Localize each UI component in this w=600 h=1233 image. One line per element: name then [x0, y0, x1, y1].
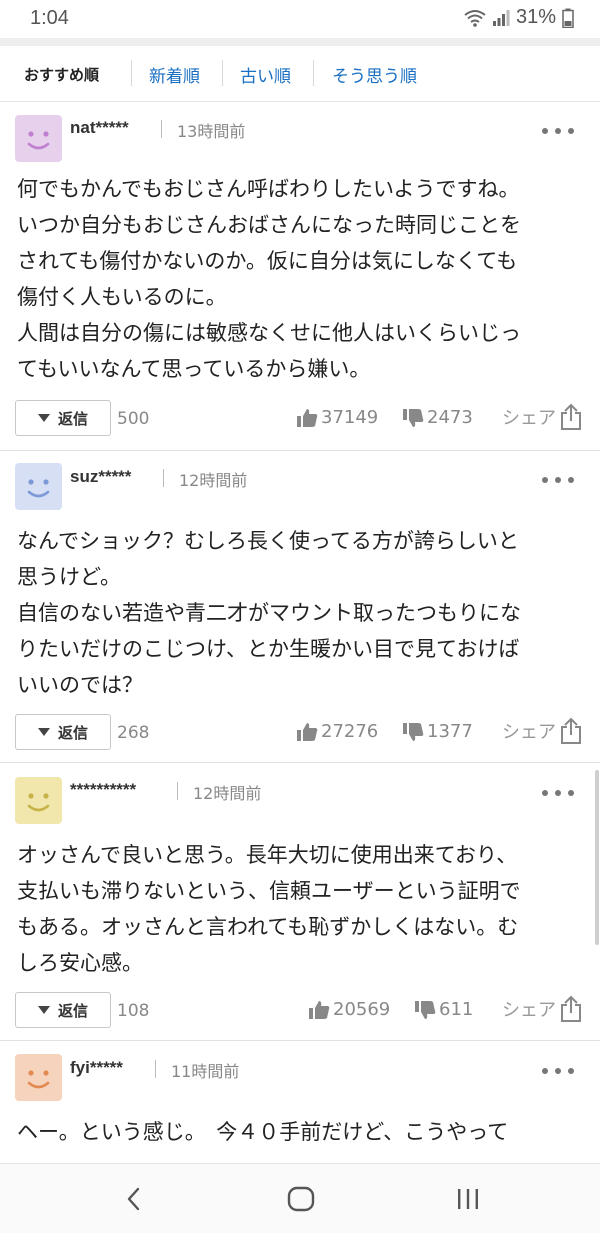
comment-item: nat***** 13時間前 何でもかんでもおじさん呼ばわりしたいようですね。 … [0, 103, 600, 450]
like-button[interactable]: 27276 [296, 721, 378, 742]
status-indicators: 31% [464, 6, 574, 29]
avatar [15, 777, 62, 824]
signal-icon [492, 9, 510, 26]
caret-down-icon [37, 1006, 50, 1014]
tab-recommended[interactable]: おすすめ順 [24, 64, 99, 85]
reply-button[interactable]: 返信 [15, 400, 111, 436]
like-count: 37149 [321, 407, 379, 428]
divider-band [0, 38, 600, 46]
tab-separator [222, 60, 223, 86]
meta-separator [163, 469, 164, 487]
caret-down-icon [37, 414, 50, 422]
share-icon [561, 717, 581, 744]
username[interactable]: ********** [70, 780, 136, 800]
tab-newest[interactable]: 新着順 [149, 62, 200, 87]
reply-count: 268 [117, 723, 150, 743]
tab-oldest[interactable]: 古い順 [240, 62, 291, 87]
share-label: シェア [502, 1000, 556, 1021]
share-button[interactable]: シェア [502, 717, 582, 745]
username[interactable]: fyi***** [70, 1058, 123, 1078]
like-button[interactable]: 20569 [308, 999, 390, 1020]
tab-separator [131, 60, 132, 86]
dislike-button[interactable]: 2473 [402, 407, 473, 428]
chevron-left-icon [127, 1187, 140, 1211]
smiley-face-icon [27, 1070, 50, 1089]
share-button[interactable]: シェア [502, 403, 582, 431]
scrollbar[interactable] [595, 770, 599, 945]
reply-label: 返信 [57, 1001, 88, 1020]
share-icon [561, 995, 581, 1022]
system-nav-bar [0, 1163, 600, 1233]
like-button[interactable]: 37149 [296, 407, 378, 428]
sort-tabs: おすすめ順 新着順 古い順 そう思う順 [0, 46, 600, 102]
comment-body: オッさんで良いと思う。長年大切に使用出来ており、 支払いも滞りないという、信頼ユ… [17, 843, 521, 975]
battery-percent: 31% [515, 6, 556, 28]
avatar [15, 1054, 62, 1101]
timestamp: 13時間前 [177, 122, 246, 141]
more-options-icon[interactable] [542, 475, 574, 485]
reply-button[interactable]: 返信 [15, 992, 111, 1028]
recents-button[interactable] [455, 1186, 481, 1216]
dislike-count: 1377 [427, 721, 473, 742]
status-bar: 1:04 31% [0, 0, 600, 38]
dislike-count: 2473 [427, 407, 473, 428]
dislike-button[interactable]: 1377 [402, 721, 473, 742]
comment-body: なんでショック？むしろ長く使ってる方が誇らしいと 思うけど。 自信のない若造や青… [17, 529, 521, 697]
share-icon [561, 403, 581, 430]
comment-item: ********** 12時間前 オッさんで良いと思う。長年大切に使用出来ており… [0, 763, 600, 1040]
smiley-face-icon [27, 793, 50, 812]
share-button[interactable]: シェア [502, 995, 582, 1023]
comment-item: fyi***** 11時間前 ヘー。という感じ。 今４０手前だけど、こうやって [0, 1041, 600, 1163]
wifi-icon [464, 9, 486, 27]
more-options-icon[interactable] [542, 126, 574, 136]
reply-button[interactable]: 返信 [15, 714, 111, 750]
home-button[interactable] [287, 1186, 315, 1216]
username[interactable]: suz***** [70, 467, 131, 487]
thumbs-up-icon [297, 722, 318, 741]
battery-icon [562, 8, 574, 28]
comment-body: ヘー。という感じ。 今４０手前だけど、こうやって [17, 1120, 509, 1144]
reply-label: 返信 [57, 723, 88, 742]
timestamp: 12時間前 [179, 471, 248, 490]
share-label: シェア [502, 408, 556, 429]
status-time: 1:04 [30, 7, 69, 29]
username[interactable]: nat***** [70, 118, 129, 138]
tab-separator [313, 60, 314, 86]
avatar [15, 115, 62, 162]
smiley-face-icon [27, 479, 50, 498]
reply-count: 500 [117, 409, 150, 429]
meta-separator [161, 120, 162, 138]
meta-separator [155, 1060, 156, 1078]
comment-body: 何でもかんでもおじさん呼ばわりしたいようですね。 いつか自分もおじさんおばさんに… [17, 177, 521, 381]
like-count: 20569 [333, 999, 391, 1020]
tab-agree[interactable]: そう思う順 [332, 62, 417, 87]
avatar [15, 463, 62, 510]
reply-count: 108 [117, 1001, 150, 1021]
more-options-icon[interactable] [542, 1066, 574, 1076]
thumbs-up-icon [309, 1000, 330, 1019]
reply-label: 返信 [57, 409, 88, 428]
home-square-icon [287, 1186, 315, 1212]
smiley-face-icon [27, 131, 50, 150]
like-count: 27276 [321, 721, 379, 742]
comment-item: suz***** 12時間前 なんでショック？むしろ長く使ってる方が誇らしいと … [0, 451, 600, 762]
thumbs-down-icon [415, 1000, 436, 1019]
dislike-count: 611 [439, 999, 474, 1020]
thumbs-up-icon [297, 408, 318, 427]
recents-bars-icon [458, 1189, 478, 1209]
meta-separator [177, 782, 178, 800]
thumbs-down-icon [403, 722, 424, 741]
timestamp: 11時間前 [171, 1062, 240, 1081]
back-button[interactable] [124, 1186, 144, 1216]
thumbs-down-icon [403, 408, 424, 427]
timestamp: 12時間前 [193, 784, 262, 803]
share-label: シェア [502, 722, 556, 743]
dislike-button[interactable]: 611 [414, 999, 473, 1020]
caret-down-icon [37, 728, 50, 736]
more-options-icon[interactable] [542, 788, 574, 798]
